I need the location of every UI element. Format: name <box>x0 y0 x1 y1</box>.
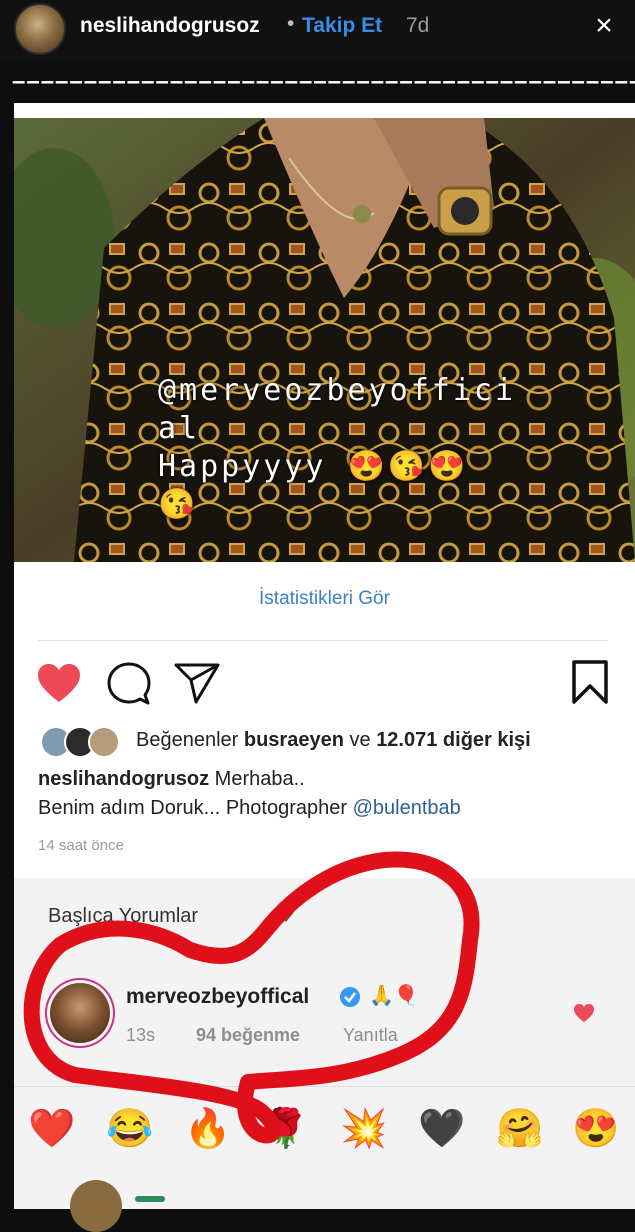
comment-avatar[interactable] <box>50 983 110 1043</box>
divider <box>38 640 608 641</box>
liker-avatar <box>88 726 120 758</box>
share-icon[interactable] <box>174 662 220 704</box>
chevron-down-icon[interactable] <box>278 912 294 922</box>
separator-dot: • <box>287 12 295 35</box>
caption-text: Benim adım Doruk... Photographer <box>38 797 353 819</box>
story-avatar[interactable] <box>14 3 66 55</box>
comment-icon[interactable] <box>107 662 151 706</box>
divider <box>14 1086 635 1087</box>
reaction-hug-emoji[interactable]: 🤗 <box>496 1105 544 1153</box>
post-timestamp: 14 saat önce <box>38 837 124 854</box>
close-icon[interactable]: × <box>586 8 622 44</box>
comment-like-heart-icon[interactable] <box>573 1003 595 1023</box>
story-overlay-text: @merveozbeyoffici al Happyyyy 😍😘😍 😘 <box>158 373 517 522</box>
story-age: 7d <box>406 14 430 37</box>
likes-prefix: Beğenenler <box>136 729 244 751</box>
comment-time: 13s <box>126 1025 156 1045</box>
caption-line-1: neslihandogrusoz Merhaba.. <box>38 768 305 791</box>
reaction-rose-emoji[interactable]: 🌹 <box>262 1105 310 1153</box>
caption-line-2: Benim adım Doruk... Photographer @bulent… <box>38 797 461 820</box>
comment-text: 🙏🎈 <box>369 985 419 1007</box>
reaction-fire-emoji[interactable]: 🔥 <box>184 1105 232 1153</box>
dashed-line: ––––––––––––––––––––––––––––––––––––––––… <box>12 68 635 95</box>
follow-button[interactable]: Takip Et <box>302 14 382 38</box>
reaction-black-heart-emoji[interactable]: 🖤 <box>418 1105 466 1153</box>
reply-button[interactable]: Yanıtla <box>343 1025 398 1046</box>
caption-author[interactable]: neslihandogrusoz <box>38 768 209 790</box>
comment-username[interactable]: merveozbeyoffical <box>126 985 309 1009</box>
verified-badge-icon <box>340 987 360 1007</box>
story-username[interactable]: neslihandogrusoz <box>80 14 260 38</box>
comment-sort-label[interactable]: Başlıca Yorumlar <box>48 905 198 928</box>
like-heart-icon[interactable] <box>36 662 82 704</box>
comment-likes[interactable]: 94 beğenme <box>196 1025 300 1046</box>
reaction-laugh-emoji[interactable]: 😂 <box>106 1105 154 1153</box>
next-comment-avatar[interactable] <box>70 1180 122 1232</box>
bookmark-icon[interactable] <box>571 660 609 704</box>
likes-conjunction: ve <box>343 729 377 751</box>
likes-count[interactable]: 12.071 diğer kişi <box>376 729 531 751</box>
reaction-boom-emoji[interactable]: 💥 <box>340 1105 388 1153</box>
view-insights-link[interactable]: İstatistikleri Gör <box>14 588 635 610</box>
caption-mention-link[interactable]: @bulentbab <box>353 797 461 819</box>
likes-summary[interactable]: Beğenenler busraeyen ve 12.071 diğer kiş… <box>136 729 531 752</box>
reaction-heart-emoji[interactable]: ❤️ <box>28 1105 76 1153</box>
reaction-heart-eyes-emoji[interactable]: 😍 <box>572 1105 620 1153</box>
liker-username[interactable]: busraeyen <box>244 729 344 751</box>
caption-text: Merhaba.. <box>209 768 305 790</box>
next-comment-preview <box>135 1196 165 1202</box>
